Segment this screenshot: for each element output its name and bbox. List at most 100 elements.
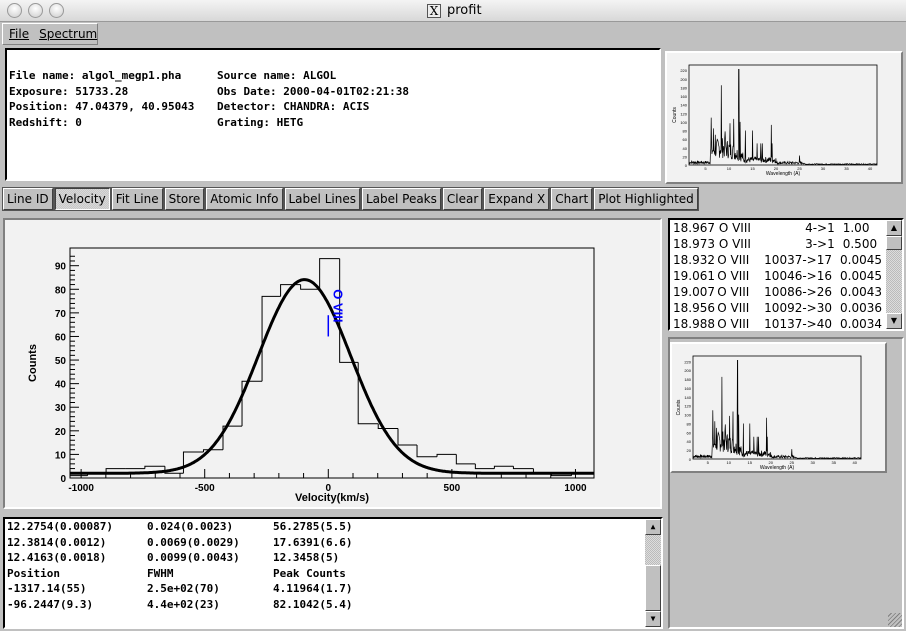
menu-bar: File Spectrum <box>2 23 98 45</box>
thumb-y-tick-label: 0 <box>689 457 692 462</box>
position: 12.3814(0.0012) <box>7 535 107 549</box>
line-list-row[interactable]: 18.956O VIII 10092->30 0.00360 <box>670 300 882 316</box>
thumb-x-tick-label: 10 <box>727 166 732 171</box>
thumb-x-tick-label: 40 <box>852 460 857 465</box>
clear-button[interactable]: Clear <box>441 187 484 211</box>
plot-highlighted-button[interactable]: Plot Highlighted <box>593 187 699 211</box>
fwhm: FWHM <box>147 566 174 580</box>
thumb-y-tick-label: 120 <box>684 404 691 409</box>
y-tick-label: 0 <box>60 474 66 485</box>
detector: Detector: CHANDRA: ACIS <box>217 100 370 113</box>
thumb-y-tick-label: 220 <box>680 68 687 73</box>
zoom-window-button[interactable] <box>49 3 64 18</box>
thumb-y-tick-label: 60 <box>687 430 692 435</box>
x11-icon: X <box>427 3 441 18</box>
y-tick-label: 70 <box>55 309 67 320</box>
label-peaks-button[interactable]: Label Peaks <box>360 187 442 211</box>
line-list-row[interactable]: 19.007O VIII 10086->26 0.00432 <box>670 284 882 300</box>
fit-output-text[interactable]: 12.2754(0.00087) 0.024(0.0023) 56.2785(5.5… <box>3 517 663 629</box>
chart-button[interactable]: Chart <box>550 187 594 211</box>
wavelength: 18.967 <box>673 221 715 235</box>
file-info-panel: File name: algol_megp1.pha Source name: … <box>5 48 661 181</box>
ion: O VIII <box>718 237 751 251</box>
scroll-down-arrow-icon[interactable]: ▼ <box>645 611 661 627</box>
thumb-y-tick-label: 220 <box>684 359 691 364</box>
line-list-row[interactable]: 18.932O VIII 10037->17 0.00456 <box>670 252 882 268</box>
transition: 10046->16 <box>764 269 832 283</box>
line-list-row[interactable]: 19.061O VIII 10046->16 0.00457 <box>670 268 882 284</box>
scrollbar-thumb[interactable] <box>886 236 902 250</box>
x-tick-label: 1000 <box>564 483 587 494</box>
spectrum-thumbnail-top[interactable]: 0 20 40 60 80 100 120 140 160 180 200 220 5 10 15 20 25 3… <box>665 51 903 184</box>
x-tick-label: -1000 <box>68 483 94 494</box>
line-id-button[interactable]: Line ID <box>2 187 54 211</box>
peak-counts: Peak Counts <box>273 566 346 580</box>
spectrum-thumbnail-bottom[interactable]: 0 20 40 60 80 100 120 140 160 180 200 220 5 10 15 20 25 3… <box>670 342 887 473</box>
ion: O VIII <box>717 253 750 267</box>
menu-spectrum[interactable]: Spectrum <box>39 27 97 41</box>
thumb-y-tick-label: 80 <box>683 129 688 134</box>
line-list-row[interactable]: 18.973 O VIII 3->1 0.500 <box>670 236 882 252</box>
ion: O VIII <box>717 301 750 315</box>
thumb-y-tick-label: 40 <box>687 439 692 444</box>
thumb-x-tick-label: 5 <box>707 460 710 465</box>
line-list[interactable]: 18.967 O VIII 4->1 1.00 18.973 O VIII 3->1 0.50… <box>668 218 904 331</box>
wavelength: 18.973 <box>673 237 715 251</box>
position: Position: 47.04379, 40.95043 <box>9 100 195 113</box>
line-list-row[interactable]: 18.967 O VIII 4->1 1.00 <box>670 220 882 236</box>
scroll-up-arrow-icon[interactable]: ▲ <box>886 220 902 236</box>
velocity-button[interactable]: Velocity <box>53 187 111 211</box>
histogram-bin <box>436 453 457 457</box>
grating: Grating: HETG <box>217 115 304 129</box>
transition: 10092->30 <box>764 301 832 315</box>
minimize-window-button[interactable] <box>28 3 43 18</box>
x-axis-label: Velocity(km/s) <box>295 492 369 504</box>
scroll-up-arrow-icon[interactable]: ▲ <box>645 519 661 535</box>
thumb-x-tick-label: 5 <box>704 166 707 171</box>
histogram-bin <box>416 444 438 458</box>
thumb-plot-frame <box>692 355 862 460</box>
obs-date: Obs Date: 2000-04-01T02:21:38 <box>217 84 410 98</box>
strength: 0.00360 <box>840 301 882 315</box>
fit-line-button[interactable]: Fit Line <box>110 187 164 211</box>
window-title: Xprofit <box>427 3 482 18</box>
position: Position <box>7 566 60 580</box>
output-row: -96.2447(9.3) 4.4e+02(23) 82.1042(5.4) <box>7 597 661 613</box>
line-list-scrollbar[interactable]: ▲ ▼ <box>886 220 902 329</box>
fwhm: 0.024(0.0023) <box>147 520 234 533</box>
position: -96.2447(9.3) <box>7 597 94 611</box>
transition: 10037->17 <box>764 253 832 267</box>
output-scrollbar[interactable]: ▲ ▼ <box>645 519 661 627</box>
spectrum-trace <box>692 360 862 460</box>
thumb-x-tick-label: 15 <box>750 166 755 171</box>
thumb-x-tick-label: 35 <box>831 460 836 465</box>
label-lines-button[interactable]: Label Lines <box>283 187 361 211</box>
thumb-plot-frame <box>688 64 878 166</box>
file-name: File name: algol_megp1.pha <box>9 69 182 82</box>
velocity-chart: 0102030405060708090-1000 -500 0 500 1000 Vel… <box>27 247 595 504</box>
redshift: Redshift: 0 <box>9 115 82 129</box>
store-button[interactable]: Store <box>163 187 206 211</box>
atomic-info-button[interactable]: Atomic Info <box>205 187 284 211</box>
thumb-x-tick-label: 30 <box>821 166 826 171</box>
scrollbar-thumb[interactable] <box>645 565 661 611</box>
close-window-button[interactable] <box>7 3 22 18</box>
thumb-x-tick-label: 30 <box>810 460 815 465</box>
position: -1317.14(55) <box>7 582 87 595</box>
histogram-bin <box>144 465 165 469</box>
window-title-text: profit <box>447 3 482 18</box>
fwhm: 4.4e+02(23) <box>147 597 220 611</box>
expand-x-button[interactable]: Expand X <box>483 187 551 211</box>
fwhm: 0.0099(0.0043) <box>147 551 240 564</box>
source-name: Source name: ALGOL <box>217 69 337 82</box>
line-list-row[interactable]: 18.988O VIII 10137->40 0.00340 <box>670 316 882 332</box>
y-tick-label: 60 <box>55 332 67 343</box>
thumb-y-tick-label: 80 <box>687 421 692 426</box>
strength: 0.00456 <box>840 253 882 267</box>
menu-file[interactable]: File <box>9 27 29 41</box>
thumb-x-tick-label: 10 <box>726 460 731 465</box>
resize-grip-icon[interactable] <box>888 613 902 627</box>
scroll-down-arrow-icon[interactable]: ▼ <box>886 313 902 329</box>
velocity-plot-panel[interactable]: 0 10 20 30 40 50 60 70 80 90 -1000 -500 0 500 1000 Vel… <box>3 218 662 509</box>
fwhm: 2.5e+02(70) <box>147 582 220 595</box>
